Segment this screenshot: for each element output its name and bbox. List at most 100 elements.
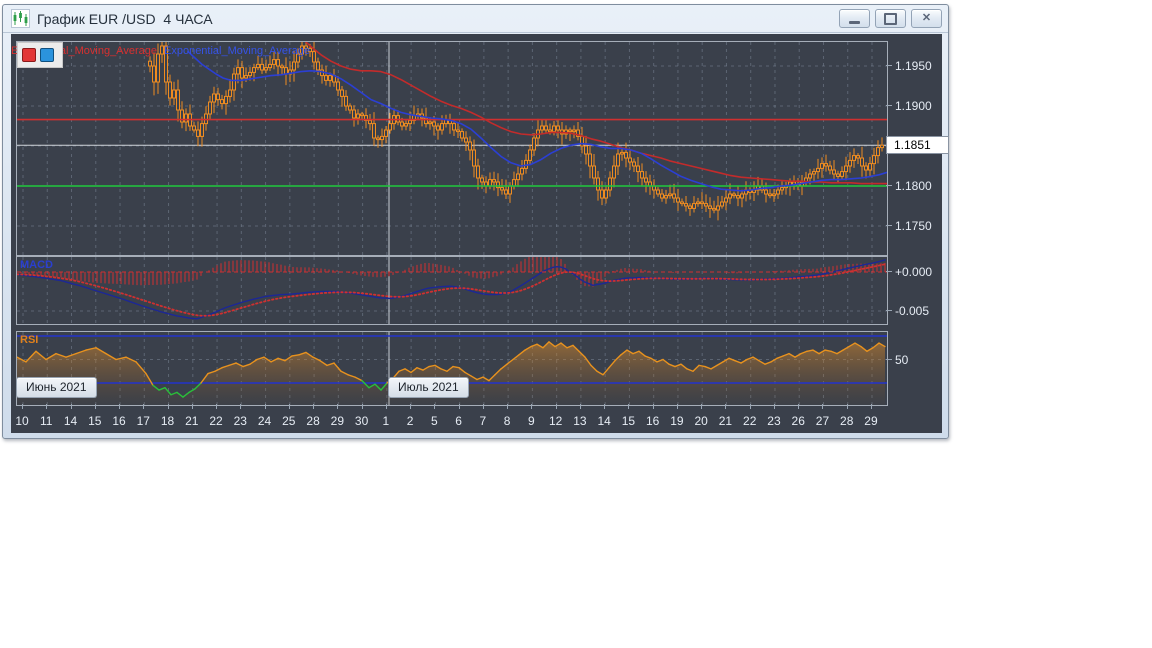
close-icon: ✕ — [922, 13, 931, 24]
x-axis-tick — [46, 404, 47, 409]
candlestick-chart-icon — [11, 9, 30, 28]
maximize-icon — [884, 13, 897, 25]
x-axis-label: 22 — [743, 414, 756, 428]
x-axis-label: 25 — [282, 414, 295, 428]
y-axis-tick — [886, 105, 892, 106]
x-axis-label: 29 — [864, 414, 877, 428]
x-axis-tick — [143, 404, 144, 409]
x-axis-tick — [386, 404, 387, 409]
price-chart-svg[interactable] — [17, 42, 887, 255]
chart-window: График EUR /USD 4 ЧАСА ✕ Exponential_Mov… — [2, 4, 949, 439]
x-axis-label: 13 — [573, 414, 586, 428]
x-axis-label: 22 — [209, 414, 222, 428]
x-axis-tick — [22, 404, 23, 409]
x-axis-label: 10 — [15, 414, 28, 428]
x-axis-tick — [240, 404, 241, 409]
x-axis-label: 6 — [455, 414, 462, 428]
y-axis-label: 1.1800 — [895, 179, 932, 193]
chart-client-area: Exponential_Moving_Average Exponential_M… — [11, 34, 942, 433]
window-controls: ✕ — [834, 9, 942, 28]
x-axis-tick — [483, 404, 484, 409]
x-axis-tick — [774, 404, 775, 409]
x-axis-label: 2 — [407, 414, 414, 428]
legend-label-ma-blue: Exponential_Moving_Average — [164, 45, 310, 57]
x-axis-label: 24 — [258, 414, 271, 428]
x-axis-tick — [119, 404, 120, 409]
minimize-button[interactable] — [839, 9, 870, 28]
x-axis-tick — [216, 404, 217, 409]
x-axis-tick — [313, 404, 314, 409]
x-axis-tick — [556, 404, 557, 409]
x-axis-label: 23 — [767, 414, 780, 428]
window-title: График EUR /USD 4 ЧАСА — [37, 11, 213, 27]
macd-panel[interactable]: MACD — [16, 256, 888, 325]
x-axis-label: 16 — [112, 414, 125, 428]
x-axis-tick — [653, 404, 654, 409]
x-axis-tick — [604, 404, 605, 409]
x-axis-tick — [750, 404, 751, 409]
x-axis-tick — [725, 404, 726, 409]
x-axis-label: 29 — [331, 414, 344, 428]
x-axis-label: 27 — [816, 414, 829, 428]
x-axis-tick — [289, 404, 290, 409]
x-axis-tick — [701, 404, 702, 409]
x-axis-tick — [871, 404, 872, 409]
x-axis-tick — [410, 404, 411, 409]
x-axis-tick — [434, 404, 435, 409]
x-axis-label: 14 — [597, 414, 610, 428]
red-indicator-chip[interactable] — [22, 48, 36, 62]
y-axis-tick — [886, 271, 892, 272]
x-axis-tick — [265, 404, 266, 409]
x-axis-label: 9 — [528, 414, 535, 428]
price-panel[interactable]: Exponential_Moving_Average Exponential_M… — [16, 41, 888, 256]
x-axis-label: 7 — [480, 414, 487, 428]
x-axis-tick — [531, 404, 532, 409]
title-bar[interactable]: График EUR /USD 4 ЧАСА ✕ — [3, 5, 948, 33]
macd-label: MACD — [20, 259, 53, 271]
x-axis-tick — [71, 404, 72, 409]
y-axis-tick — [886, 65, 892, 66]
macd-chart-svg[interactable] — [17, 257, 887, 324]
x-axis-label: 21 — [185, 414, 198, 428]
x-axis-tick — [459, 404, 460, 409]
rsi-label: RSI — [20, 334, 38, 346]
x-axis-tick — [628, 404, 629, 409]
y-axis-tick — [886, 359, 892, 360]
y-axis-label: -0.005 — [895, 304, 929, 318]
x-axis-label: 15 — [622, 414, 635, 428]
x-axis-label: 8 — [504, 414, 511, 428]
close-button[interactable]: ✕ — [911, 9, 942, 28]
x-axis: 1011141516171821222324252829301256789121… — [16, 404, 941, 433]
current-price-box: 1.1851 — [886, 136, 949, 154]
y-axis-label: 1.1900 — [895, 99, 932, 113]
x-axis-label: 5 — [431, 414, 438, 428]
month-badge-july: Июль 2021 — [388, 377, 469, 398]
x-axis-tick — [847, 404, 848, 409]
x-axis-tick — [362, 404, 363, 409]
x-axis-label: 21 — [719, 414, 732, 428]
x-axis-label: 28 — [306, 414, 319, 428]
maximize-button[interactable] — [875, 9, 906, 28]
blue-indicator-chip[interactable] — [40, 48, 54, 62]
y-axis-label: +0.000 — [895, 265, 932, 279]
x-axis-tick — [822, 404, 823, 409]
x-axis-label: 20 — [695, 414, 708, 428]
x-axis-label: 30 — [355, 414, 368, 428]
indicator-chips — [17, 42, 63, 68]
x-axis-label: 18 — [161, 414, 174, 428]
x-axis-tick — [580, 404, 581, 409]
x-axis-tick — [507, 404, 508, 409]
x-axis-tick — [95, 404, 96, 409]
x-axis-label: 23 — [234, 414, 247, 428]
x-axis-label: 15 — [88, 414, 101, 428]
minimize-icon — [849, 21, 860, 24]
x-axis-label: 17 — [137, 414, 150, 428]
x-axis-label: 14 — [64, 414, 77, 428]
x-axis-tick — [798, 404, 799, 409]
y-axis-tick — [886, 225, 892, 226]
y-axis-label: 1.1750 — [895, 219, 932, 233]
month-badge-june: Июнь 2021 — [16, 377, 97, 398]
x-axis-label: 1 — [383, 414, 390, 428]
x-axis-label: 19 — [670, 414, 683, 428]
x-axis-tick — [192, 404, 193, 409]
